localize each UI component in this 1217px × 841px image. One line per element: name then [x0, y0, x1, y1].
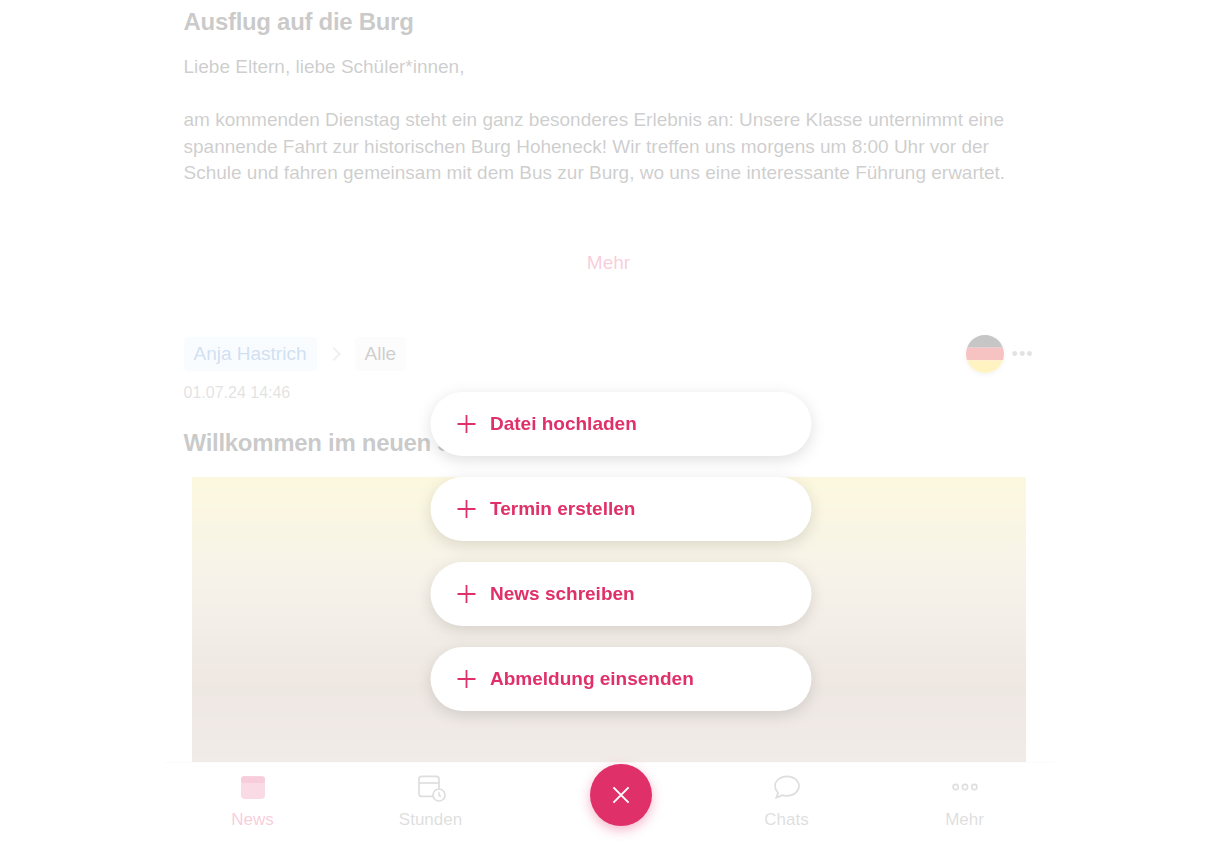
- close-icon: [608, 782, 634, 808]
- action-button[interactable]: Termin erstellen: [430, 477, 811, 541]
- plus-icon: [454, 667, 478, 691]
- action-menu: Datei hochladen Termin erstellen News schr…: [430, 392, 811, 711]
- close-menu-button[interactable]: [590, 764, 652, 826]
- action-button[interactable]: Abmeldung einsenden: [430, 647, 811, 711]
- plus-icon: [454, 412, 478, 436]
- action-button[interactable]: Datei hochladen: [430, 392, 811, 456]
- plus-icon: [454, 582, 478, 606]
- action-button[interactable]: News schreiben: [430, 562, 811, 626]
- action-label: Abmeldung einsenden: [490, 665, 694, 694]
- action-label: Termin erstellen: [490, 495, 635, 524]
- action-label: Datei hochladen: [490, 410, 637, 439]
- action-label: News schreiben: [490, 580, 635, 609]
- plus-icon: [454, 497, 478, 521]
